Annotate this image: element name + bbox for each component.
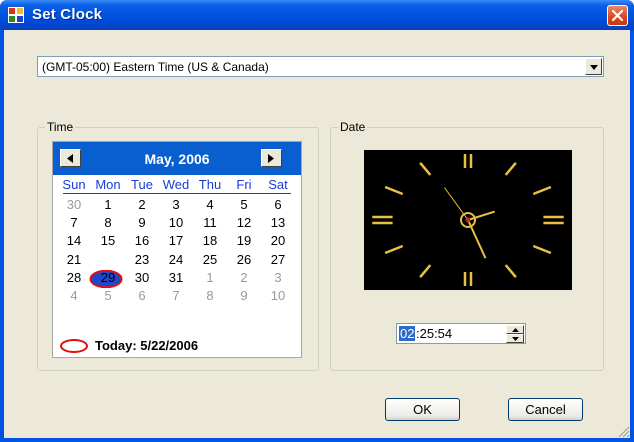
clock-center-dot	[465, 217, 471, 223]
calendar-day-13[interactable]: 13	[261, 215, 295, 230]
calendar-day-14[interactable]: 14	[57, 233, 91, 248]
calendar-day-17[interactable]: 17	[159, 233, 193, 248]
weekday-mon: Mon	[95, 177, 121, 192]
spin-down-icon	[512, 337, 519, 341]
calendar-day-5[interactable]: 5	[227, 197, 261, 212]
clock-tick-minor	[504, 264, 517, 278]
calendar-day-other-4[interactable]: 4	[57, 288, 91, 303]
calendar-day-1[interactable]: 1	[91, 197, 125, 212]
calendar-day-22[interactable]: 22	[91, 252, 125, 267]
window-frame-bottom	[0, 438, 634, 442]
app-icon	[8, 7, 24, 23]
weekday-wed: Wed	[162, 177, 190, 192]
weekday-tue: Tue	[131, 177, 153, 192]
arrow-right-icon	[268, 154, 274, 163]
calendar-day-29[interactable]: 29	[91, 270, 125, 285]
weekday-divider	[63, 193, 291, 194]
clock-hour-hand	[467, 210, 496, 221]
clock-tick-minor	[532, 244, 552, 255]
cancel-button[interactable]: Cancel	[508, 398, 583, 421]
clock-tick-minor	[504, 162, 517, 176]
calendar-day-25[interactable]: 25	[193, 252, 227, 267]
time-hour-selected[interactable]: 02	[399, 326, 416, 341]
clock-tick-minor	[419, 264, 432, 278]
calendar-day-23[interactable]: 23	[125, 252, 159, 267]
time-spin-field[interactable]: 02 :25:54	[396, 323, 526, 344]
calendar-day-other-1[interactable]: 1	[193, 270, 227, 285]
title-bar[interactable]: Set Clock	[0, 0, 634, 30]
timezone-dropdown[interactable]: (GMT-05:00) Eastern Time (US & Canada)	[37, 56, 604, 77]
calendar-day-16[interactable]: 16	[125, 233, 159, 248]
calendar-day-other-6[interactable]: 6	[125, 288, 159, 303]
clock-face-svg	[372, 154, 564, 286]
calendar-day-other-7[interactable]: 7	[159, 288, 193, 303]
weekday-fri: Fri	[236, 177, 252, 192]
clock-tick-minor	[419, 162, 432, 176]
timezone-value: (GMT-05:00) Eastern Time (US & Canada)	[42, 60, 269, 74]
time-spin-down[interactable]	[506, 334, 524, 343]
today-label: Today: 5/22/2006	[95, 338, 199, 353]
calendar-day-4[interactable]: 4	[193, 197, 227, 212]
time-spin-up[interactable]	[506, 325, 524, 334]
calendar-day-other-2[interactable]: 2	[227, 270, 261, 285]
time-group-label: Time	[45, 120, 76, 134]
calendar-day-3[interactable]: 3	[159, 197, 193, 212]
calendar-day-15[interactable]: 15	[91, 233, 125, 248]
chevron-down-icon	[590, 65, 598, 70]
calendar-day-7[interactable]: 7	[57, 215, 91, 230]
date-group-label: Date	[338, 120, 368, 134]
calendar-day-18[interactable]: 18	[193, 233, 227, 248]
calendar-day-other-10[interactable]: 10	[261, 288, 295, 303]
next-month-button[interactable]	[261, 149, 282, 167]
close-button[interactable]	[607, 5, 628, 26]
calendar-day-other-5[interactable]: 5	[91, 288, 125, 303]
today-ring-icon	[60, 339, 88, 353]
weekday-thu: Thu	[198, 177, 222, 192]
ok-button[interactable]: OK	[385, 398, 460, 421]
calendar-day-19[interactable]: 19	[227, 233, 261, 248]
resize-grip-icon[interactable]	[618, 426, 630, 438]
analog-clock	[364, 150, 572, 290]
clock-tick-minor	[384, 185, 404, 196]
calendar-day-2[interactable]: 2	[125, 197, 159, 212]
calendar-day-10[interactable]: 10	[159, 215, 193, 230]
calendar-day-20[interactable]: 20	[261, 233, 295, 248]
calendar-day-24[interactable]: 24	[159, 252, 193, 267]
window-title: Set Clock	[32, 6, 103, 23]
spin-up-icon	[512, 328, 519, 332]
calendar-day-28[interactable]: 28	[57, 270, 91, 285]
calendar-day-26[interactable]: 26	[227, 252, 261, 267]
calendar-day-other-9[interactable]: 9	[227, 288, 261, 303]
calendar-day-11[interactable]: 11	[193, 215, 227, 230]
calendar-day-other-3[interactable]: 3	[261, 270, 295, 285]
calendar-day-other-30[interactable]: 30	[57, 197, 91, 212]
weekday-sat: Sat	[268, 177, 288, 192]
calendar-day-31[interactable]: 31	[159, 270, 193, 285]
clock-tick-minor	[532, 185, 552, 196]
time-minutes-seconds[interactable]: :25:54	[416, 326, 452, 341]
calendar-day-6[interactable]: 6	[261, 197, 295, 212]
clock-second-hand	[444, 187, 469, 221]
calendar-day-8[interactable]: 8	[91, 215, 125, 230]
calendar-day-9[interactable]: 9	[125, 215, 159, 230]
calendar-day-12[interactable]: 12	[227, 215, 261, 230]
month-calendar[interactable]: May, 2006 Sun Mon Tue Wed Thu Fri Sat 30…	[52, 141, 302, 358]
calendar-day-30[interactable]: 30	[125, 270, 159, 285]
calendar-day-other-8[interactable]: 8	[193, 288, 227, 303]
clock-tick-minor	[384, 244, 404, 255]
timezone-dropdown-button[interactable]	[585, 58, 602, 75]
calendar-header: May, 2006	[53, 142, 301, 175]
calendar-day-27[interactable]: 27	[261, 252, 295, 267]
weekday-sun: Sun	[62, 177, 86, 192]
calendar-day-21[interactable]: 21	[57, 252, 91, 267]
close-icon	[612, 10, 623, 21]
